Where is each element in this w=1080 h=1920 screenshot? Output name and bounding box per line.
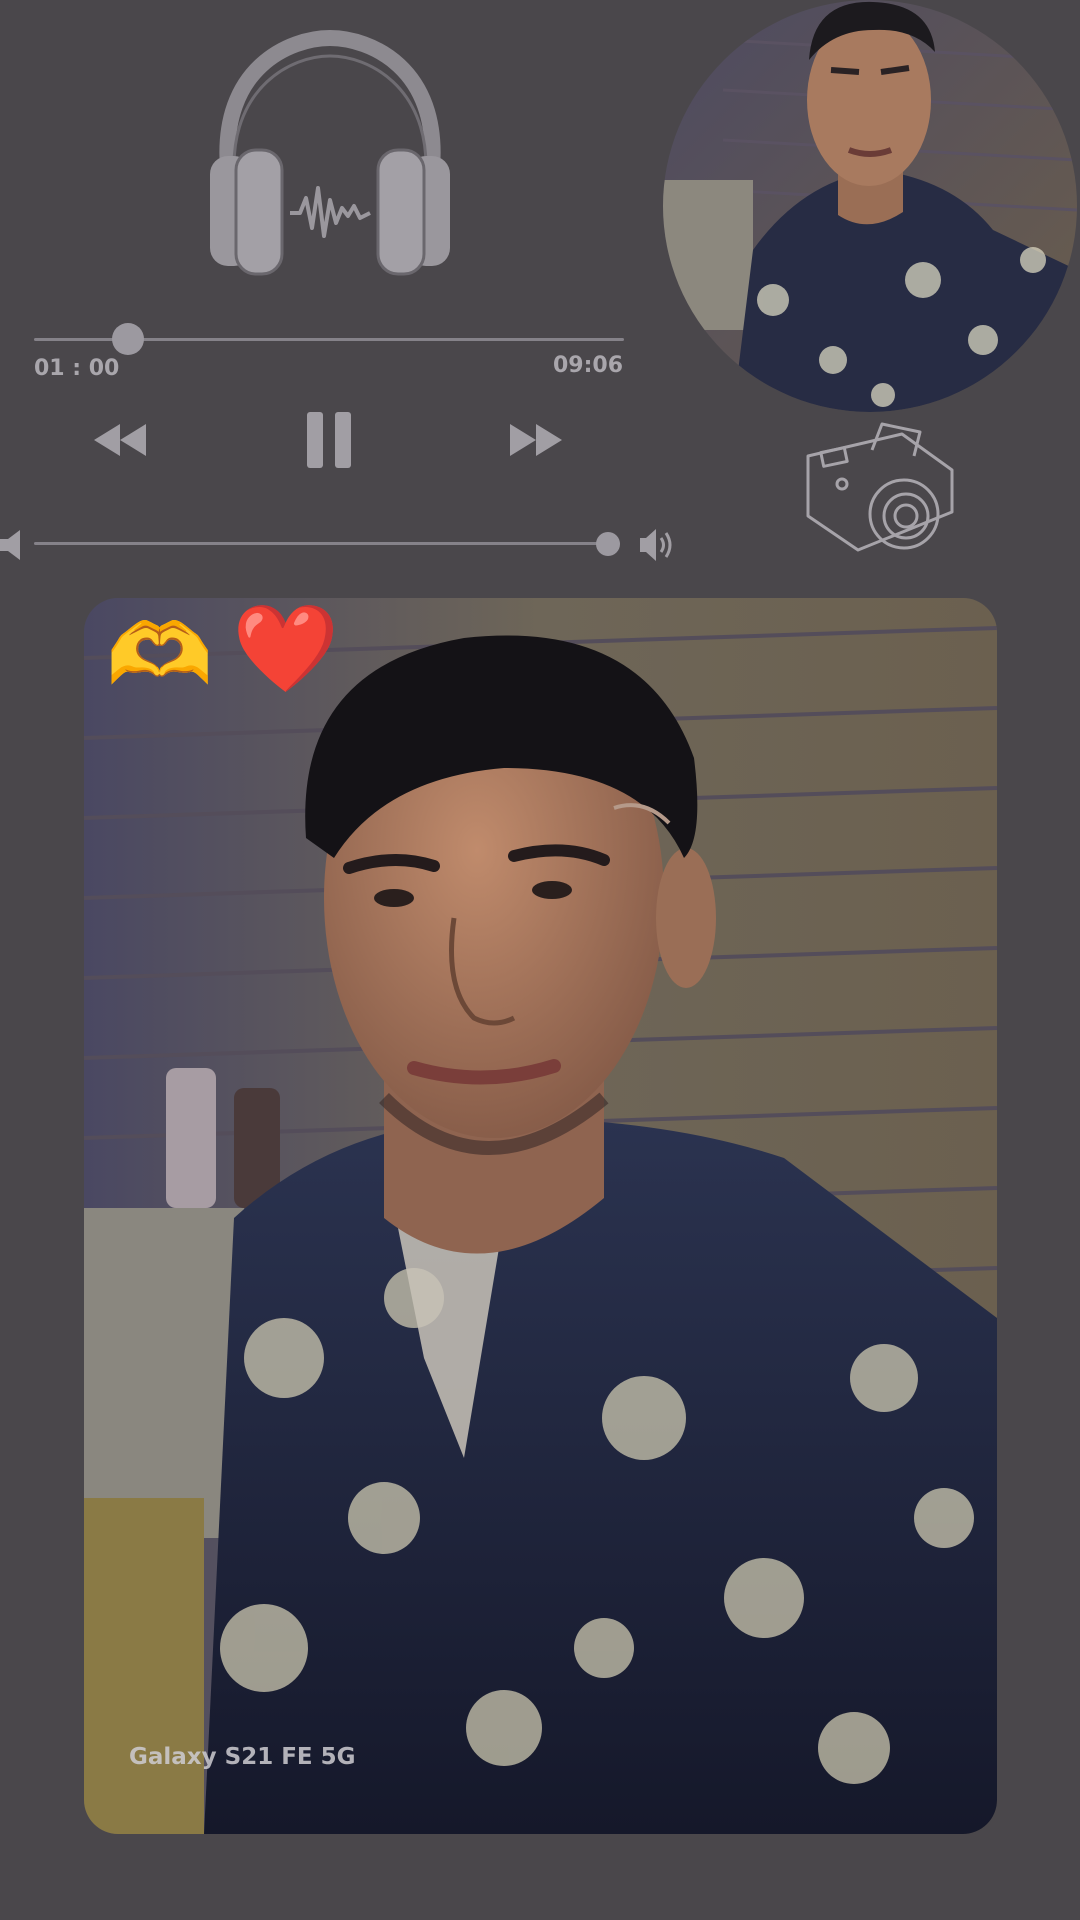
volume-handle[interactable] <box>596 532 621 556</box>
main-photo[interactable]: 🫶 ❤️ <box>84 598 997 1834</box>
fast-forward-icon <box>510 424 562 456</box>
device-watermark: Galaxy S21 FE 5G <box>129 1744 356 1770</box>
pause-button[interactable] <box>305 410 353 470</box>
selfie-image <box>84 598 997 1834</box>
headphones-icon <box>200 28 460 298</box>
avatar[interactable] <box>663 0 1077 412</box>
camera-icon[interactable] <box>802 420 958 564</box>
heart-hands-emoji: 🫶 <box>106 605 214 705</box>
pause-icon <box>307 412 351 468</box>
profile-photo <box>663 0 1077 412</box>
total-duration: 09:06 <box>553 353 624 378</box>
progress-handle[interactable] <box>112 323 145 355</box>
fast-forward-button[interactable] <box>508 422 564 458</box>
rewind-button[interactable] <box>92 422 148 458</box>
rewind-icon <box>94 424 146 456</box>
volume-track[interactable] <box>34 542 620 545</box>
volume-low-icon <box>0 528 22 566</box>
volume-high-icon <box>638 526 678 568</box>
elapsed-time: 01 : 00 <box>34 356 120 381</box>
heart-emoji: ❤️ <box>232 599 340 699</box>
